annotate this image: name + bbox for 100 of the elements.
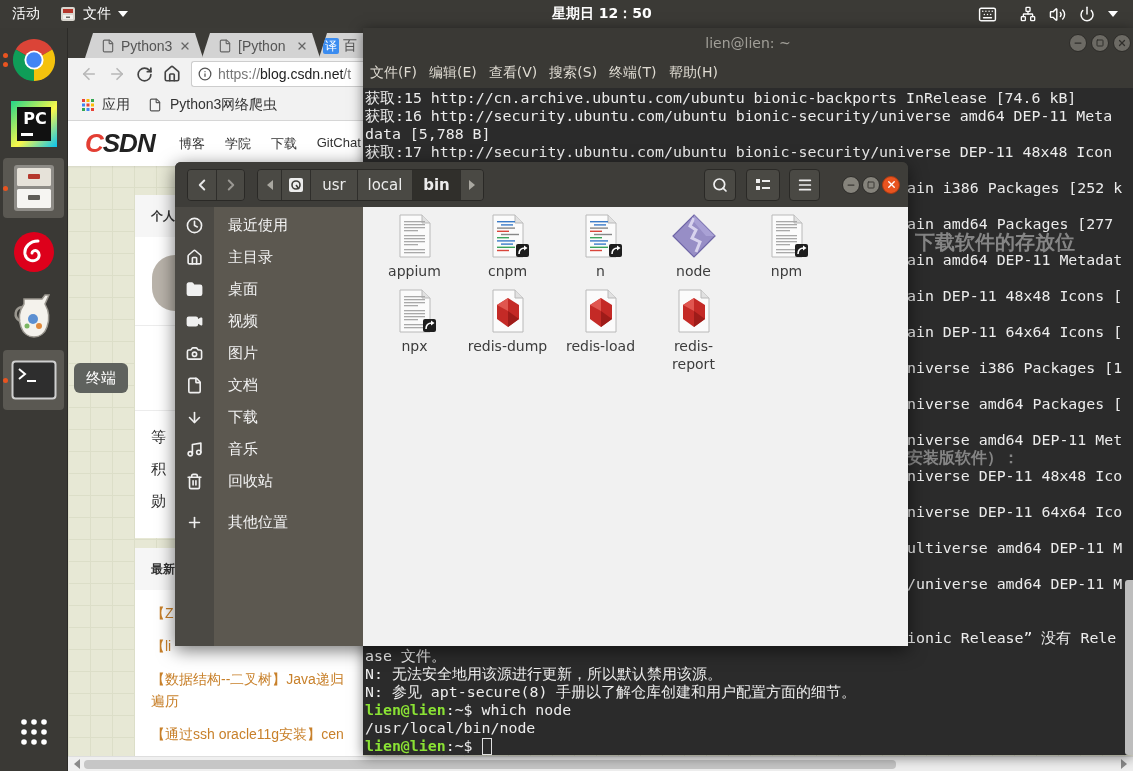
sidebar-item[interactable]: 桌面 bbox=[175, 273, 363, 305]
app-grid-icon[interactable] bbox=[20, 719, 47, 745]
minimize-button[interactable] bbox=[1069, 34, 1087, 52]
maximize-button[interactable] bbox=[862, 175, 880, 194]
stat-label: 等 bbox=[151, 427, 166, 447]
site-logo[interactable]: CSDN bbox=[85, 128, 155, 159]
browser-tab[interactable]: [Python bbox=[202, 33, 320, 58]
photo-placeholder bbox=[152, 255, 175, 311]
dock-item[interactable]: PC bbox=[3, 94, 64, 154]
translate-icon: 译 bbox=[323, 37, 339, 54]
file-item[interactable]: appium bbox=[368, 212, 461, 280]
file-item[interactable]: redis-dump bbox=[461, 287, 554, 373]
path-button[interactable]: usr bbox=[310, 169, 357, 200]
clock[interactable]: 星期日 12：50 bbox=[552, 1, 652, 27]
menu-item[interactable]: 终端(T) bbox=[609, 64, 657, 82]
home-icon[interactable] bbox=[163, 65, 181, 83]
apps-grid-icon bbox=[82, 99, 94, 111]
file-item[interactable]: redis-load bbox=[554, 287, 647, 373]
file-item[interactable]: npm bbox=[740, 212, 833, 280]
camera-icon bbox=[186, 344, 203, 362]
path-scroll-button[interactable] bbox=[258, 169, 281, 200]
document-icon bbox=[186, 376, 203, 394]
activities-button[interactable]: 活动 bbox=[12, 1, 40, 27]
path-button[interactable]: bin bbox=[412, 169, 460, 200]
terminal-line: niverse DEP-11 64x64 Ico bbox=[907, 503, 1123, 521]
terminal-line: ain amd64 Packages [277 bbox=[907, 215, 1114, 233]
stat-label: 勋 bbox=[151, 491, 166, 511]
dock-item[interactable] bbox=[3, 350, 64, 410]
sidebar-item[interactable]: 音乐 bbox=[175, 433, 363, 465]
file-item[interactable]: n bbox=[554, 212, 647, 280]
terminal-line: N: 无法安全地用该源进行更新，所以默认禁用该源。 bbox=[365, 665, 722, 683]
terminal-icon bbox=[10, 360, 57, 400]
page-icon bbox=[101, 38, 115, 53]
address-bar[interactable]: https://blog.csdn.net/t bbox=[191, 61, 363, 87]
card-title: 个人 bbox=[151, 207, 175, 225]
view-button[interactable] bbox=[746, 168, 780, 201]
close-button[interactable] bbox=[882, 175, 900, 194]
menu-button[interactable] bbox=[789, 168, 820, 201]
scroll-right-icon bbox=[469, 179, 475, 190]
menu-item[interactable]: 编辑(E) bbox=[429, 64, 477, 82]
file-item[interactable]: redis-report bbox=[647, 287, 740, 373]
bookmark[interactable]: 应用 bbox=[82, 96, 130, 114]
list-view-icon bbox=[756, 178, 770, 191]
path-scroll-button[interactable] bbox=[460, 169, 483, 200]
music-app-icon bbox=[12, 231, 55, 273]
browser-tab[interactable]: 译 百 bbox=[319, 33, 364, 58]
path-button[interactable]: local bbox=[357, 169, 412, 200]
forward-button[interactable] bbox=[216, 169, 244, 200]
scroll-left-icon bbox=[266, 179, 273, 190]
sidebar-item[interactable]: 图片 bbox=[175, 337, 363, 369]
terminal-line: ain i386 Packages [252 k bbox=[907, 179, 1123, 197]
dock-item[interactable] bbox=[3, 158, 64, 218]
scroll-left-icon[interactable] bbox=[74, 759, 80, 769]
menu-item[interactable]: 搜索(S) bbox=[549, 64, 598, 82]
sidebar-item[interactable]: 最近使用 bbox=[175, 209, 363, 241]
close-icon bbox=[885, 179, 897, 190]
sidebar-item[interactable]: 回收站 bbox=[175, 465, 363, 497]
browser-tab[interactable]: Python3 bbox=[85, 33, 203, 58]
menu-item[interactable]: 查看(V) bbox=[488, 64, 538, 82]
scrollbar[interactable] bbox=[68, 756, 1133, 771]
nav-link[interactable]: 下载 bbox=[270, 134, 297, 153]
keyboard-icon[interactable] bbox=[978, 4, 997, 24]
stat-label: 积 bbox=[151, 459, 166, 479]
sidebar-item[interactable]: 下载 bbox=[175, 401, 363, 433]
nav-link[interactable]: GitChat bbox=[316, 134, 361, 153]
sidebar-item[interactable]: 视频 bbox=[175, 305, 363, 337]
scroll-right-icon[interactable] bbox=[1121, 759, 1127, 769]
browser-icon bbox=[10, 37, 57, 83]
network-icon[interactable] bbox=[1020, 6, 1036, 22]
bookmark[interactable]: Python3网络爬虫 bbox=[148, 96, 278, 114]
card-title: 最新 bbox=[151, 560, 175, 578]
power-icon[interactable] bbox=[1079, 6, 1095, 22]
sidebar-item[interactable]: 主目录 bbox=[175, 241, 363, 273]
menu-item[interactable]: 文件(F) bbox=[370, 64, 417, 82]
search-button[interactable] bbox=[704, 168, 736, 201]
reload-icon[interactable] bbox=[136, 65, 153, 83]
path-button[interactable] bbox=[281, 169, 310, 200]
terminal-line: 获取:17 http://security.ubuntu.com/ubuntu bionic-security/universe DEP-11 48x48 Icon bbox=[365, 143, 1113, 161]
terminal-line: ain amd64 DEP-11 Metadat bbox=[907, 251, 1123, 269]
terminal-line: /usr/local/bin/node bbox=[365, 719, 536, 737]
maximize-icon bbox=[1096, 39, 1104, 47]
terminal-line: ain DEP-11 48x48 Icons [ bbox=[907, 287, 1123, 305]
file-item[interactable]: node bbox=[647, 212, 740, 280]
menu-item[interactable]: 帮助(H) bbox=[668, 64, 719, 82]
sidebar-item[interactable]: 文档 bbox=[175, 369, 363, 401]
scrollbar-thumb[interactable] bbox=[1125, 580, 1133, 755]
maximize-button[interactable] bbox=[1091, 34, 1109, 52]
sidebar-item[interactable]: 其他位置 bbox=[175, 506, 363, 538]
file-item[interactable]: npx bbox=[368, 287, 461, 373]
nav-link[interactable]: 博客 bbox=[178, 134, 205, 153]
volume-icon[interactable] bbox=[1049, 5, 1066, 23]
clock-icon bbox=[186, 216, 203, 234]
file-item[interactable]: cnpm bbox=[461, 212, 554, 280]
back-button[interactable] bbox=[188, 169, 216, 200]
page-icon bbox=[218, 38, 232, 53]
terminal-line: niverse DEP-11 48x48 Ico bbox=[907, 467, 1123, 485]
caret-icon[interactable] bbox=[1108, 11, 1118, 17]
minimize-button[interactable] bbox=[842, 175, 860, 194]
nav-link[interactable]: 学院 bbox=[224, 134, 251, 153]
app-menu[interactable]: 文件 bbox=[60, 1, 128, 27]
